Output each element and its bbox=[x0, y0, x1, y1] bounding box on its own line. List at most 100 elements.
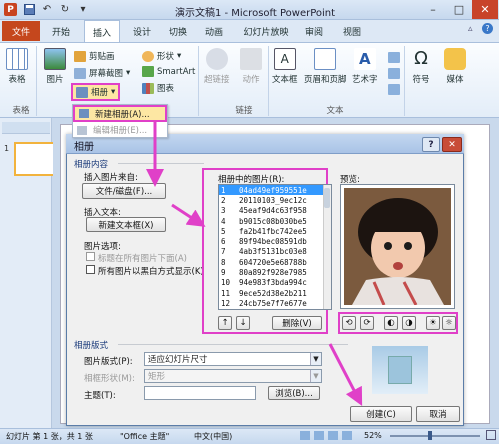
list-item-number: 10 bbox=[221, 278, 231, 288]
tab-file[interactable]: 文件 bbox=[2, 21, 40, 41]
wordart-button[interactable]: A 艺术字 bbox=[352, 48, 378, 85]
list-item-number: 8 bbox=[221, 257, 226, 267]
list-item-filename: fa2b41fbc742ee5 bbox=[239, 226, 307, 236]
chevron-down-icon: ▾ bbox=[126, 68, 131, 78]
scrollbar-thumb[interactable] bbox=[324, 188, 330, 208]
header-footer-button[interactable]: 页眉和页脚 bbox=[304, 48, 347, 85]
move-up-button[interactable]: ↑ bbox=[218, 316, 232, 330]
close-icon[interactable]: ✕ bbox=[472, 0, 498, 19]
action-icon bbox=[240, 48, 262, 70]
delete-button[interactable]: 删除(V) bbox=[272, 316, 322, 330]
maximize-icon[interactable]: □ bbox=[446, 0, 472, 19]
rotate-right-icon[interactable]: ⟳ bbox=[360, 316, 374, 330]
list-item[interactable]: 8 604720e5e68788b bbox=[219, 257, 331, 267]
album-button[interactable]: 相册 ▾ bbox=[71, 83, 121, 101]
slide-thumbnail[interactable] bbox=[14, 142, 58, 176]
file-disk-button[interactable]: 文件/磁盘(F)... bbox=[82, 183, 166, 199]
rotate-left-icon[interactable]: ⟲ bbox=[342, 316, 356, 330]
list-item[interactable]: 1 04ad49ef959551e bbox=[219, 185, 331, 196]
cancel-button[interactable]: 取消 bbox=[416, 406, 460, 422]
help-icon[interactable]: ? bbox=[482, 23, 493, 34]
table-button[interactable]: 表格 bbox=[6, 48, 28, 85]
dialog-close-icon[interactable]: ✕ bbox=[442, 137, 462, 152]
redo-icon[interactable]: ↻ bbox=[59, 4, 71, 16]
fit-to-window-icon[interactable] bbox=[486, 430, 496, 440]
group-label-tables: 表格 bbox=[12, 106, 30, 116]
customize-qat-icon[interactable]: ▾ bbox=[77, 4, 89, 16]
reading-view-icon[interactable] bbox=[328, 431, 338, 440]
list-item[interactable]: 5 fa2b41fbc742ee5 bbox=[219, 226, 331, 236]
shapes-icon bbox=[142, 50, 154, 62]
zoom-slider-thumb[interactable] bbox=[428, 431, 432, 440]
picture-button[interactable]: 图片 bbox=[44, 48, 66, 85]
slide-number-icon[interactable] bbox=[388, 68, 400, 79]
tab-home[interactable]: 开始 bbox=[46, 21, 76, 41]
tab-slideshow[interactable]: 幻灯片放映 bbox=[238, 21, 294, 41]
action-button[interactable]: 动作 bbox=[240, 48, 262, 85]
pictures-list[interactable]: 1 04ad49ef959551e 2 20110103_9ec12c 3 45eaf9d… bbox=[218, 184, 332, 310]
layout-select[interactable]: 适应幻灯片尺寸 ▼ bbox=[144, 352, 322, 366]
divider bbox=[118, 344, 348, 345]
clipart-button[interactable]: 剪贴画 bbox=[74, 50, 115, 62]
shapes-button[interactable]: 形状 ▾ bbox=[142, 50, 181, 62]
chevron-down-icon: ▼ bbox=[310, 370, 321, 382]
powerpoint-logo-icon: P bbox=[4, 3, 17, 16]
tab-design[interactable]: 设计 bbox=[126, 21, 158, 41]
dialog-help-icon[interactable]: ? bbox=[422, 137, 440, 152]
list-item-filename: 80a892f928e7985 bbox=[239, 268, 307, 278]
brightness-down-icon[interactable]: ☼ bbox=[442, 316, 456, 330]
brightness-up-icon[interactable]: ☀ bbox=[426, 316, 440, 330]
minimize-icon[interactable]: – bbox=[420, 0, 446, 19]
chart-button[interactable]: 图表 bbox=[142, 82, 174, 94]
list-item[interactable]: 2 20110103_9ec12c bbox=[219, 195, 331, 205]
textbox-button[interactable]: A 文本框 bbox=[272, 48, 298, 85]
list-item[interactable]: 12 24cb75e7f7e677e bbox=[219, 298, 331, 308]
tab-animations[interactable]: 动画 bbox=[198, 21, 230, 41]
list-item[interactable]: 3 45eaf9d4c63f958 bbox=[219, 206, 331, 216]
media-button[interactable]: 媒体 bbox=[444, 48, 466, 85]
create-button[interactable]: 创建(C) bbox=[350, 406, 412, 422]
screenshot-icon bbox=[74, 67, 86, 79]
object-icon[interactable] bbox=[388, 84, 400, 95]
menu-item-new-album[interactable]: 新建相册(A)... bbox=[73, 105, 167, 122]
save-icon[interactable] bbox=[23, 4, 35, 16]
sorter-view-icon[interactable] bbox=[314, 431, 324, 440]
list-item[interactable]: 6 89f94bec08591db bbox=[219, 236, 331, 246]
contrast-up-icon[interactable]: ◐ bbox=[384, 316, 398, 330]
slides-pane-tabs[interactable] bbox=[2, 122, 50, 134]
view-buttons[interactable] bbox=[300, 431, 356, 441]
theme-input[interactable] bbox=[144, 386, 256, 400]
new-textbox-button[interactable]: 新建文本框(X) bbox=[86, 217, 166, 232]
date-time-icon[interactable] bbox=[388, 52, 400, 63]
list-item[interactable]: 7 4ab3f5131bc03e8 bbox=[219, 247, 331, 257]
minimize-ribbon-icon[interactable]: ▵ bbox=[468, 24, 473, 34]
captions-checkbox[interactable] bbox=[86, 252, 95, 261]
list-item[interactable]: 4 b9015c08b030be5 bbox=[219, 216, 331, 226]
normal-view-icon[interactable] bbox=[300, 431, 310, 440]
menu-item-edit-album[interactable]: 编辑相册(E)... bbox=[73, 122, 167, 138]
clipart-icon bbox=[74, 50, 86, 62]
list-item-number: 1 bbox=[221, 185, 226, 195]
tab-transitions[interactable]: 切换 bbox=[162, 21, 194, 41]
list-item[interactable]: 11 9ece52d38e2b211 bbox=[219, 288, 331, 298]
browse-button[interactable]: 浏览(B)... bbox=[268, 386, 320, 400]
tab-view[interactable]: 视图 bbox=[336, 21, 368, 41]
hyperlink-button[interactable]: 超链接 bbox=[204, 48, 230, 85]
divider bbox=[404, 46, 405, 116]
list-item[interactable]: 10 94e983f3bda994c bbox=[219, 278, 331, 288]
bw-checkbox[interactable] bbox=[86, 265, 95, 274]
album-icon bbox=[76, 86, 88, 98]
zoom-slider[interactable] bbox=[390, 435, 480, 437]
move-down-button[interactable]: ↓ bbox=[236, 316, 250, 330]
tab-review[interactable]: 审阅 bbox=[298, 21, 330, 41]
frame-select[interactable]: 矩形 ▼ bbox=[144, 369, 322, 383]
screenshot-button[interactable]: 屏幕截图 ▾ bbox=[74, 67, 130, 79]
list-item[interactable]: 9 80a892f928e7985 bbox=[219, 267, 331, 277]
tab-insert[interactable]: 插入 bbox=[84, 20, 120, 44]
slideshow-view-icon[interactable] bbox=[342, 431, 352, 440]
undo-icon[interactable]: ↶ bbox=[41, 4, 53, 16]
table-icon bbox=[6, 48, 28, 70]
contrast-down-icon[interactable]: ◑ bbox=[402, 316, 416, 330]
smartart-button[interactable]: SmartArt bbox=[142, 66, 195, 77]
symbol-button[interactable]: Ω 符号 bbox=[410, 48, 432, 85]
